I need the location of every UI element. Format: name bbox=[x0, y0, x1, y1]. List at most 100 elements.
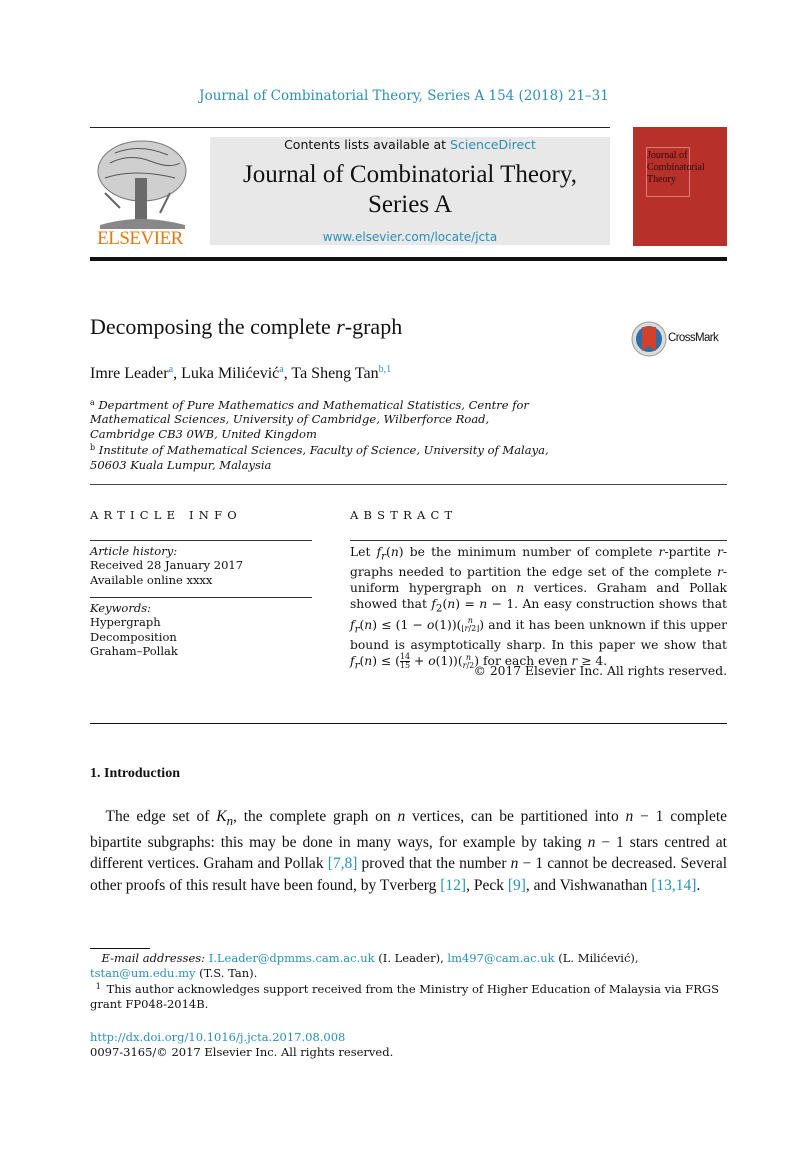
math-n: n bbox=[516, 581, 525, 596]
journal-title-line-2: Series A bbox=[367, 191, 453, 218]
footnote-rule bbox=[90, 948, 150, 949]
email-footnote: E-mail addresses: I.Leader@dpmms.cam.ac.… bbox=[90, 951, 727, 980]
keywords: Keywords: Hypergraph Decomposition Graha… bbox=[90, 601, 178, 659]
doi-link[interactable]: http://dx.doi.org/10.1016/j.jcta.2017.08… bbox=[90, 1030, 345, 1044]
issn-copyright: 0097-3165/© 2017 Elsevier Inc. All right… bbox=[90, 1044, 394, 1059]
cover-line: Theory bbox=[647, 174, 676, 185]
body-text: proved that the number bbox=[357, 855, 511, 873]
sciencedirect-link[interactable]: ScienceDirect bbox=[450, 137, 536, 152]
citation-link[interactable]: [12] bbox=[440, 877, 466, 894]
body-text: , and Vishwanathan bbox=[525, 876, 652, 894]
math-fr-n: fr bbox=[376, 545, 387, 563]
body-text: The edge set of bbox=[105, 808, 217, 825]
article-history: Article history: Received 28 January 201… bbox=[90, 544, 243, 587]
citation-link[interactable]: [13,14] bbox=[651, 877, 696, 894]
affiliation-line: Institute of Mathematical Sciences, Facu… bbox=[98, 443, 549, 458]
running-head-citation[interactable]: Journal of Combinatorial Theory, Series … bbox=[0, 88, 808, 104]
math-n-minus-1: n − 1 bbox=[625, 808, 664, 825]
abstract-text: Let bbox=[350, 545, 377, 559]
journal-url-link[interactable]: www.elsevier.com/locate/jcta bbox=[323, 230, 497, 244]
abstract-rule bbox=[350, 540, 727, 541]
affiliation-b: b Institute of Mathematical Sciences, Fa… bbox=[90, 441, 610, 472]
footnotes: E-mail addresses: I.Leader@dpmms.cam.ac.… bbox=[90, 951, 727, 1011]
affiliation-line: Mathematical Sciences, University of Cam… bbox=[90, 412, 490, 427]
author[interactable]: Ta Sheng Tanb,1 bbox=[291, 364, 392, 382]
title-text: Decomposing the complete bbox=[90, 314, 337, 339]
abstract-text: An easy construction shows that bbox=[518, 597, 727, 612]
author-list: Imre Leadera, Luka Milićevića, Ta Sheng … bbox=[90, 364, 391, 383]
email-owner: (L. Milićević), bbox=[554, 951, 639, 965]
email-owner: (T.S. Tan). bbox=[195, 965, 258, 980]
body-text: . bbox=[696, 876, 701, 894]
abstract-copyright: © 2017 Elsevier Inc. All rights reserved… bbox=[473, 664, 727, 678]
math-f2-equation: f2(n) = n − 1. bbox=[431, 597, 519, 615]
cover-title: Journal of Combinatorial Theory bbox=[647, 150, 727, 186]
journal-title: Journal of Combinatorial Theory, Series … bbox=[210, 160, 610, 220]
history-label: Article history: bbox=[90, 544, 178, 558]
affiliation-rule bbox=[90, 484, 727, 485]
crossmark-label[interactable]: CrossMark bbox=[668, 332, 719, 344]
author[interactable]: Luka Milićevića bbox=[181, 364, 284, 382]
citation-link[interactable]: [7,8] bbox=[328, 855, 358, 872]
math-n-minus-1: n − 1 bbox=[510, 855, 544, 873]
email-owner: (I. Leader), bbox=[374, 951, 448, 965]
author-affiliation-mark[interactable]: b,1 bbox=[379, 364, 392, 375]
header-top-rule bbox=[90, 127, 610, 128]
title-suffix: -graph bbox=[344, 314, 403, 339]
contents-prefix: Contents lists available at bbox=[284, 137, 451, 152]
math-n: n bbox=[390, 545, 399, 559]
email-label: E-mail addresses: bbox=[101, 951, 206, 965]
abstract-body: Let fr(n) be the minimum number of compl… bbox=[350, 545, 727, 672]
math-upper-bound: fr(n) ≤ (1 − o(1))(n ⌊r/2⌋) bbox=[350, 616, 485, 636]
affiliation-line: Cambridge CB3 0WB, United Kingdom bbox=[90, 426, 317, 441]
math-n-minus-1: n − 1 bbox=[587, 833, 624, 851]
header-bottom-rule bbox=[90, 257, 727, 261]
author-name: Imre Leader bbox=[90, 365, 169, 382]
math-Kn: Kn bbox=[216, 808, 234, 829]
affiliation-key: b bbox=[90, 443, 96, 453]
abstract-text: be the minimum number of complete bbox=[403, 545, 659, 559]
article-info-rule bbox=[90, 540, 312, 541]
received-date: Received 28 January 2017 bbox=[90, 558, 244, 573]
article-title: Decomposing the complete r-graph bbox=[90, 314, 402, 340]
footnote-text: This author acknowledges support receive… bbox=[90, 982, 719, 1011]
body-text: vertices, can be partitioned into bbox=[405, 808, 626, 825]
section-heading-introduction: 1. Introduction bbox=[90, 766, 180, 781]
affiliation-line: 50603 Kuala Lumpur, Malaysia bbox=[90, 457, 272, 472]
affiliations: a Department of Pure Mathematics and Mat… bbox=[90, 396, 610, 472]
body-text: , Peck bbox=[466, 876, 508, 894]
title-math-r: r bbox=[336, 314, 345, 339]
email-link[interactable]: tstan@um.edu.my bbox=[90, 966, 196, 980]
keyword: Graham–Pollak bbox=[90, 644, 178, 659]
funding-footnote: 1 This author acknowledges support recei… bbox=[90, 980, 727, 1011]
keywords-rule bbox=[90, 597, 312, 598]
introduction-paragraph: The edge set of Kn, the complete graph o… bbox=[90, 806, 727, 896]
body-text: , the complete graph on bbox=[233, 808, 398, 825]
author[interactable]: Imre Leadera bbox=[90, 364, 173, 382]
contents-availability: Contents lists available at ScienceDirec… bbox=[210, 137, 610, 152]
elsevier-wordmark: ELSEVIER bbox=[97, 228, 183, 249]
cover-line: Journal of bbox=[647, 150, 688, 161]
abstract-text: -partite bbox=[664, 545, 717, 559]
article-info-heading: ARTICLE INFO bbox=[90, 508, 242, 522]
footnote-mark: 1 bbox=[95, 982, 101, 991]
author-separator: , bbox=[173, 365, 182, 382]
keyword: Decomposition bbox=[90, 629, 177, 644]
author-name: Luka Milićević bbox=[181, 365, 280, 382]
affiliation-line: Department of Pure Mathematics and Mathe… bbox=[98, 398, 529, 412]
keyword: Hypergraph bbox=[90, 615, 161, 630]
affiliation-key: a bbox=[90, 398, 95, 407]
email-link[interactable]: lm497@cam.ac.uk bbox=[447, 951, 554, 965]
section-divider bbox=[90, 723, 727, 724]
email-link[interactable]: I.Leader@dpmms.cam.ac.uk bbox=[209, 951, 375, 965]
cover-line: Combinatorial bbox=[647, 162, 705, 173]
doi-block: http://dx.doi.org/10.1016/j.jcta.2017.08… bbox=[90, 1030, 393, 1059]
journal-homepage: www.elsevier.com/locate/jcta bbox=[210, 230, 610, 244]
affiliation-a: a Department of Pure Mathematics and Mat… bbox=[90, 396, 610, 441]
keywords-label: Keywords: bbox=[90, 601, 151, 615]
abstract-heading: ABSTRACT bbox=[350, 508, 458, 522]
available-online: Available online xxxx bbox=[90, 572, 213, 587]
journal-title-line-1: Journal of Combinatorial Theory, bbox=[243, 161, 577, 188]
author-name: Ta Sheng Tan bbox=[291, 365, 379, 382]
citation-link[interactable]: [9] bbox=[508, 877, 526, 894]
